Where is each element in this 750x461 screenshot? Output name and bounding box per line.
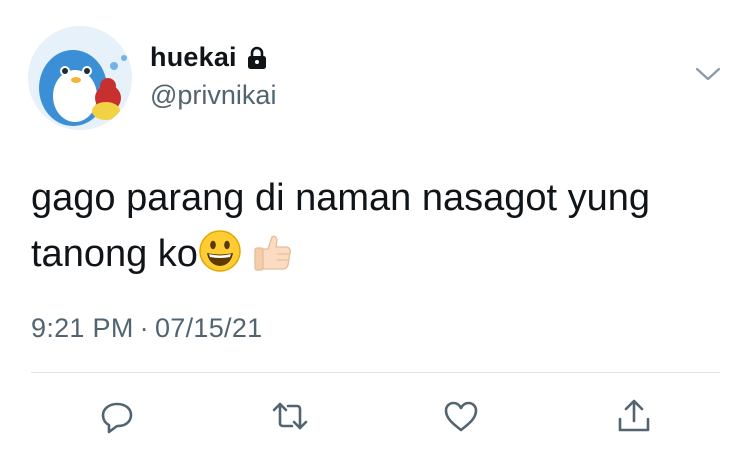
meta-separator: ·	[139, 313, 149, 343]
heart-icon	[444, 401, 478, 432]
tweet-text-line-2: tanong ko	[31, 226, 721, 289]
tweet-timestamp[interactable]: 9:21 PM · 07/15/21	[31, 313, 262, 344]
retweet-button[interactable]	[270, 396, 310, 436]
tweet-time[interactable]: 9:21 PM	[31, 313, 134, 343]
tweet-text: gago parang di naman nasagot yung tanong…	[31, 170, 721, 289]
tweet-text-line-2-text: tanong ko	[31, 233, 198, 275]
reply-button[interactable]	[97, 396, 137, 436]
display-name-text[interactable]: huekai	[150, 42, 237, 73]
tweet-text-line-1: gago parang di naman nasagot yung	[31, 177, 651, 219]
display-name[interactable]: huekai	[150, 42, 268, 73]
retweet-icon	[272, 402, 308, 430]
divider	[31, 372, 720, 373]
like-button[interactable]	[441, 396, 481, 436]
thumbs-up-emoji	[250, 229, 294, 289]
user-handle[interactable]: @privnikai	[150, 80, 276, 111]
avatar[interactable]	[28, 26, 132, 130]
reply-icon	[101, 402, 133, 434]
lock-icon	[246, 46, 268, 70]
grinning-face-emoji	[198, 229, 242, 289]
tweet-date[interactable]: 07/15/21	[155, 313, 263, 343]
share-icon	[618, 399, 650, 432]
share-button[interactable]	[614, 396, 654, 436]
chevron-down-icon[interactable]	[694, 64, 722, 84]
